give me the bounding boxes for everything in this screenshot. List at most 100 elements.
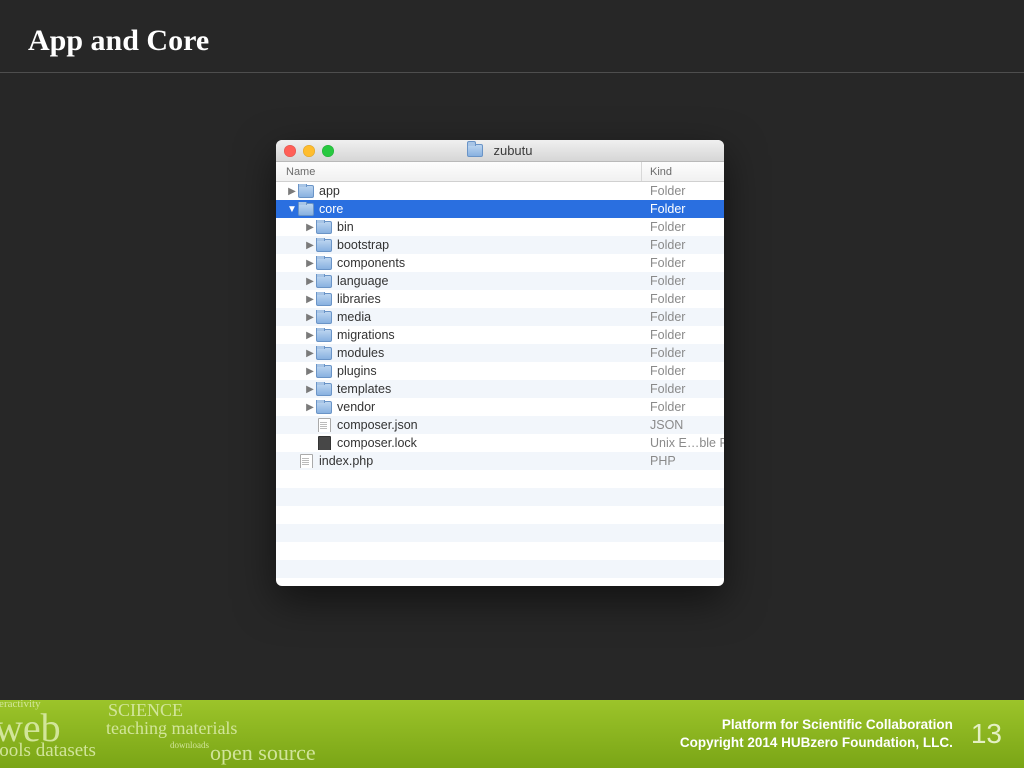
folder-icon (316, 347, 332, 360)
slide-footer: teractivitySCIENCEwebteaching materialst… (0, 700, 1024, 768)
cell-kind: Folder (642, 364, 724, 378)
folder-icon (316, 311, 332, 324)
zoom-icon[interactable] (322, 145, 334, 157)
chevron-right-icon[interactable]: ▶ (304, 402, 316, 413)
file-name: index.php (319, 454, 373, 468)
folder-icon (316, 365, 332, 378)
chevron-right-icon[interactable]: ▶ (304, 348, 316, 359)
cell-kind: Folder (642, 274, 724, 288)
file-name: language (337, 274, 388, 288)
column-header-kind[interactable]: Kind (642, 162, 724, 181)
table-row[interactable]: ▼coreFolder (276, 200, 724, 218)
cell-name: ▶templates (276, 382, 642, 396)
chevron-right-icon[interactable]: ▶ (304, 222, 316, 233)
table-row-empty (276, 506, 724, 524)
chevron-right-icon[interactable]: ▶ (304, 366, 316, 377)
table-row-empty (276, 542, 724, 560)
minimize-icon[interactable] (303, 145, 315, 157)
table-row[interactable]: ▶ media Folder (276, 308, 724, 326)
cell-name: ▶ plugins (276, 364, 642, 378)
finder-window: zubutu Name Kind ▶appFolder▼coreFolder▶b… (276, 140, 724, 586)
folder-icon (298, 203, 314, 216)
file-name: media (337, 310, 371, 324)
chevron-right-icon[interactable]: ▶ (304, 330, 316, 341)
table-row[interactable]: ▶ language Folder (276, 272, 724, 290)
table-row-empty (276, 488, 724, 506)
title-divider (0, 72, 1024, 73)
table-row-empty (276, 470, 724, 488)
folder-icon (316, 239, 332, 252)
cell-name: ▶libraries (276, 292, 642, 306)
folder-icon (316, 329, 332, 342)
chevron-right-icon[interactable]: ▶ (304, 258, 316, 269)
table-row[interactable]: index.php PHP (276, 452, 724, 470)
cell-kind: Folder (642, 238, 724, 252)
chevron-right-icon[interactable]: ▶ (304, 312, 316, 323)
window-titlebar[interactable]: zubutu (276, 140, 724, 162)
column-headers: Name Kind (276, 162, 724, 182)
table-row[interactable]: ▶librariesFolder (276, 290, 724, 308)
cell-name: ▶vendor (276, 400, 642, 414)
table-row[interactable]: ▶vendorFolder (276, 398, 724, 416)
cell-kind: Folder (642, 310, 724, 324)
slide-title: App and Core (0, 0, 1024, 72)
cell-name: ▶ media (276, 310, 642, 324)
table-row[interactable]: ▶ plugins Folder (276, 362, 724, 380)
cell-name: composer.json (276, 418, 642, 432)
file-list: ▶appFolder▼coreFolder▶binFolder▶bootstra… (276, 182, 724, 578)
close-icon[interactable] (284, 145, 296, 157)
footer-wordcloud: teractivitySCIENCEwebteaching materialst… (0, 700, 420, 768)
cell-name: ▶ modules (276, 346, 642, 360)
chevron-down-icon[interactable]: ▼ (286, 204, 298, 215)
cell-name: ▶ language (276, 274, 642, 288)
folder-icon (467, 144, 483, 157)
footer-line2: Copyright 2014 HUBzero Foundation, LLC. (680, 734, 953, 752)
cell-name: ▶components (276, 256, 642, 270)
file-name: composer.lock (337, 436, 417, 450)
chevron-right-icon[interactable]: ▶ (304, 384, 316, 395)
cell-kind: PHP (642, 454, 724, 468)
column-header-name[interactable]: Name (276, 162, 642, 181)
table-row[interactable]: composer.jsonJSON (276, 416, 724, 434)
folder-icon (316, 275, 332, 288)
table-row[interactable]: ▶ bootstrap Folder (276, 236, 724, 254)
document-file-icon (316, 419, 332, 432)
wordcloud-word: tools datasets (0, 740, 96, 762)
window-title: zubutu (276, 143, 724, 158)
table-row[interactable]: ▶templatesFolder (276, 380, 724, 398)
file-name: bootstrap (337, 238, 389, 252)
cell-kind: Unix E…ble F (642, 436, 724, 450)
chevron-right-icon[interactable]: ▶ (304, 240, 316, 251)
chevron-right-icon[interactable]: ▶ (286, 186, 298, 197)
cell-kind: Folder (642, 328, 724, 342)
cell-name: ▶ migrations (276, 328, 642, 342)
table-row[interactable]: ▶ migrations Folder (276, 326, 724, 344)
table-row[interactable]: ▶componentsFolder (276, 254, 724, 272)
cell-name: composer.lock (276, 436, 642, 450)
table-row[interactable]: ▶modulesFolder (276, 344, 724, 362)
file-name: plugins (337, 364, 377, 378)
file-name: modules (337, 346, 384, 360)
wordcloud-word: downloads (170, 740, 209, 750)
folder-icon (316, 383, 332, 396)
footer-credits: Platform for Scientific Collaboration Co… (680, 716, 953, 752)
file-name: app (319, 184, 340, 198)
footer-line1: Platform for Scientific Collaboration (680, 716, 953, 734)
file-name: migrations (337, 328, 395, 342)
chevron-right-icon[interactable]: ▶ (304, 294, 316, 305)
table-row-empty (276, 524, 724, 542)
cell-kind: Folder (642, 400, 724, 414)
table-row[interactable]: ▶appFolder (276, 182, 724, 200)
folder-icon (316, 293, 332, 306)
folder-icon (316, 221, 332, 234)
folder-icon (316, 257, 332, 270)
cell-kind: Folder (642, 292, 724, 306)
cell-name: index.php (276, 454, 642, 468)
folder-icon (316, 401, 332, 414)
cell-name: ▶ app (276, 184, 642, 198)
chevron-right-icon[interactable]: ▶ (304, 276, 316, 287)
cell-kind: Folder (642, 382, 724, 396)
document-file-icon (298, 455, 314, 468)
table-row[interactable]: composer.lock Unix E…ble F (276, 434, 724, 452)
table-row[interactable]: ▶binFolder (276, 218, 724, 236)
